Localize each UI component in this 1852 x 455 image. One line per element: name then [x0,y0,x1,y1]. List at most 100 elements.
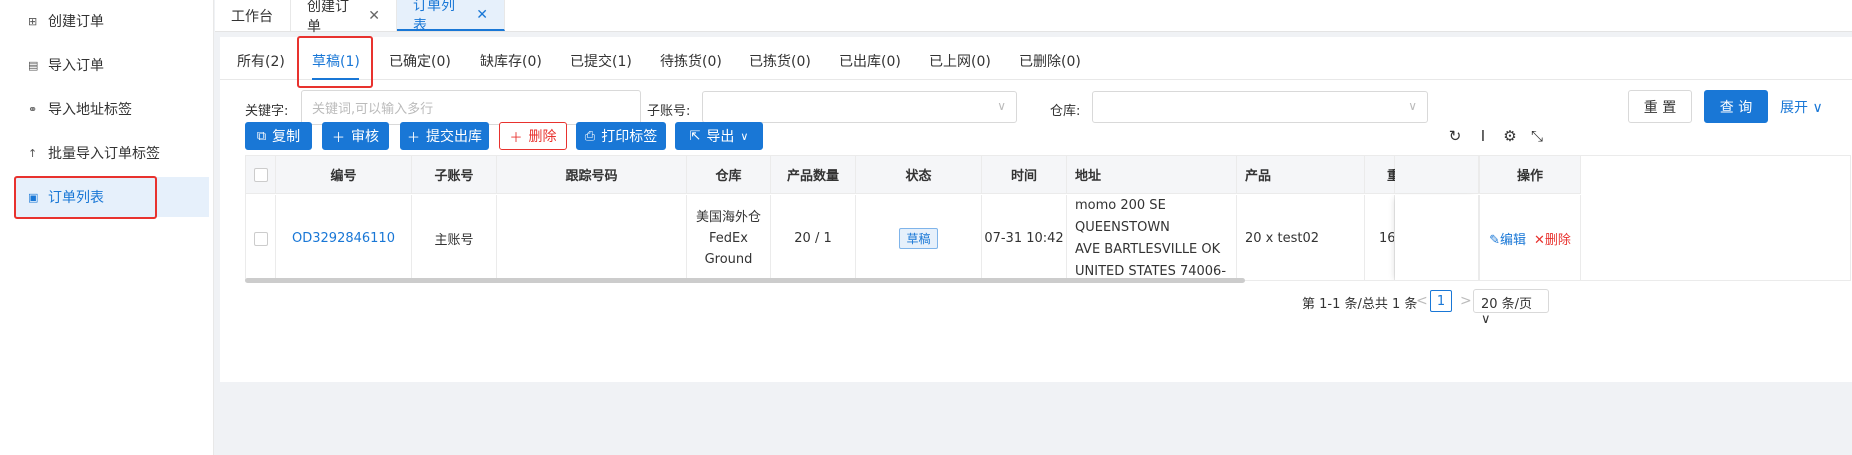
tab-create-order[interactable]: 创建订单 ✕ [291,0,397,35]
header-time: 时间 [982,156,1067,194]
export-button[interactable]: ⇱ 导出 ∨ [675,122,763,150]
printer-icon: ⎙ [584,128,596,144]
header-tracking: 跟踪号码 [497,156,687,194]
main-panel: 所有(2) 草稿(1) 已确定(0) 缺库存(0) 已提交(1) 待拣货(0) … [220,36,1852,382]
header-weight: 重 [1365,156,1400,194]
sidebar-item-import-order[interactable]: ▤ 导入订单 [14,45,209,85]
page-size-select[interactable]: 20 条/页 ∨ [1473,289,1549,327]
tab-workbench[interactable]: 工作台 [215,0,291,31]
link-icon: ⚭ [28,102,38,116]
sidebar-item-label: 创建订单 [48,14,104,30]
reset-button[interactable]: 重 置 [1628,90,1692,123]
cell-status: 草稿 [856,195,982,280]
print-label-button[interactable]: ⎙ 打印标签 [576,122,666,150]
header-spacer [1395,156,1479,194]
cell-qty: 20 / 1 [771,195,856,280]
status-tab-draft[interactable]: 草稿(1) [312,51,360,71]
cell-warehouse: 美国海外仓 FedEx Ground [687,195,771,280]
cell-time: 07-31 10:42 [982,195,1067,280]
button-label: 复制 [272,129,301,145]
status-tab-all[interactable]: 所有(2) [237,51,285,71]
plus-square-icon: ⊞ [28,14,38,28]
button-label: 删除 [528,129,557,145]
edit-link[interactable]: ✎编辑 [1489,229,1526,248]
next-page-button[interactable]: > [1460,293,1472,309]
refresh-icon[interactable]: ↻ [1446,127,1464,145]
page-number-1[interactable]: 1 [1430,290,1452,312]
status-badge: 草稿 [899,228,938,249]
audit-button[interactable]: ＋ 审核 [322,122,389,150]
submit-outbound-button[interactable]: ＋ 提交出库 [400,122,489,150]
close-icon[interactable]: ✕ [368,8,380,24]
cell-product: 20 x test02 [1237,195,1365,280]
button-label: 打印标签 [601,129,658,145]
keyword-label: 关键字: [245,104,289,119]
list-icon: ▣ [28,190,39,204]
delete-button[interactable]: ＋ 删除 [499,122,567,150]
tab-order-list[interactable]: 订单列表 ✕ [397,0,505,34]
status-tab-deleted[interactable]: 已删除(0) [1019,51,1081,71]
header-id: 编号 [276,156,412,194]
sidebar-item-order-list[interactable]: ▣ 订单列表 [14,177,209,217]
header-address: 地址 [1067,156,1237,194]
header-warehouse: 仓库 [687,156,771,194]
header-actions: 操作 [1479,156,1581,194]
sidebar-item-batch-import-labels[interactable]: ↑ 批量导入订单标签 [14,133,209,173]
button-label: 审核 [351,129,379,145]
status-tab-picked[interactable]: 已拣货(0) [749,51,811,71]
tab-label: 工作台 [231,8,273,25]
chevron-down-icon: ∨ [740,129,749,143]
sidebar-item-label: 订单列表 [48,190,104,206]
subaccount-select[interactable]: ∨ [702,91,1017,123]
active-tab-underline [312,78,359,80]
settings-icon[interactable]: ⚙ [1501,127,1519,145]
sidebar: ⊞ 创建订单 ▤ 导入订单 ⚭ 导入地址标签 ↑ 批量导入订单标签 ▣ 订单列表 [0,0,214,455]
sidebar-item-create-order[interactable]: ⊞ 创建订单 [14,1,209,41]
cell-spacer [1395,195,1479,280]
status-tab-confirmed[interactable]: 已确定(0) [389,51,451,71]
arrow-up-icon: ↑ [28,146,38,160]
plus-icon: ＋ [331,130,345,146]
status-tab-online[interactable]: 已上网(0) [929,51,991,71]
cell-weight: 16 [1365,195,1395,280]
sidebar-item-import-address-label[interactable]: ⚭ 导入地址标签 [14,89,209,129]
header-product: 产品 [1237,156,1365,194]
prev-page-button[interactable]: < [1416,293,1428,309]
checkbox[interactable] [253,167,268,182]
plus-icon: ＋ [509,130,523,146]
expand-link[interactable]: 展开 ∨ [1780,97,1823,117]
export-icon: ⇱ [689,128,701,144]
address-line: momo 200 SE QUEENSTOWN [1075,198,1170,235]
cell-tracking [497,195,687,280]
row-select[interactable] [246,195,276,280]
keyword-placeholder: 关键词,可以输入多行 [312,102,434,117]
search-button[interactable]: 查 询 [1704,90,1768,123]
delete-link[interactable]: ✕删除 [1534,229,1571,248]
checkbox[interactable] [253,231,268,246]
cell-actions: ✎编辑 ✕删除 [1479,195,1581,280]
close-icon[interactable]: ✕ [476,7,488,23]
header-subaccount: 子账号 [412,156,497,194]
order-id-link[interactable]: OD3292846110 [276,195,412,280]
sidebar-item-label: 批量导入订单标签 [48,146,160,162]
sidebar-item-label: 导入地址标签 [48,102,132,118]
order-table: 编号 子账号 跟踪号码 仓库 产品数量 状态 时间 地址 产品 重 操作 OD3… [245,155,1851,281]
fullscreen-icon[interactable]: ⤡ [1528,127,1546,145]
chevron-down-icon: ∨ [1408,99,1417,113]
status-tab-pending-pick[interactable]: 待拣货(0) [660,51,722,71]
header-qty: 产品数量 [771,156,856,194]
status-tab-out-of-stock[interactable]: 缺库存(0) [480,51,542,71]
tab-bar: 工作台 创建订单 ✕ 订单列表 ✕ [215,0,1852,35]
warehouse-select[interactable]: ∨ [1092,91,1428,123]
cell-address: momo 200 SE QUEENSTOWN AVE BARTLESVILLE … [1067,195,1237,280]
warehouse-line: Ground [704,252,753,267]
copy-button[interactable]: ⧉ 复制 [245,122,312,150]
horizontal-scrollbar[interactable] [245,278,1245,283]
status-tab-submitted[interactable]: 已提交(1) [570,51,632,71]
plus-icon: ＋ [406,130,420,146]
tab-label: 订单列表 [413,0,455,34]
column-height-icon[interactable]: Ⅰ [1474,127,1492,145]
header-select-all[interactable] [246,156,276,194]
keyword-input[interactable]: 关键词,可以输入多行 [301,90,641,125]
status-tab-shipped[interactable]: 已出库(0) [839,51,901,71]
